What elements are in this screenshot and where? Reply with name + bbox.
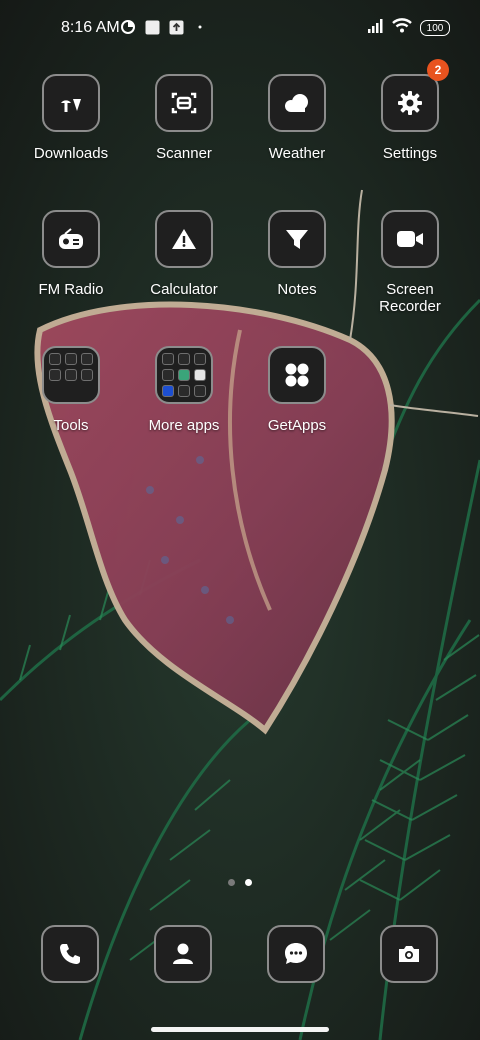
- folder-more-apps[interactable]: More apps: [128, 346, 240, 434]
- contact-icon[interactable]: [154, 925, 212, 983]
- radio-icon[interactable]: [42, 210, 100, 268]
- app-weather[interactable]: Weather: [241, 74, 353, 162]
- mini-app-icon: [178, 353, 190, 365]
- app-label: Screen Recorder: [379, 281, 441, 315]
- app-scanner[interactable]: Scanner: [128, 74, 240, 162]
- scanner-icon[interactable]: [155, 74, 213, 132]
- app-label: Notes: [277, 281, 317, 298]
- app-label: More apps: [148, 417, 220, 434]
- mini-app-icon: [194, 369, 206, 381]
- dock-contacts[interactable]: [154, 925, 212, 983]
- folder-tools[interactable]: Tools: [15, 346, 127, 434]
- folder-icon[interactable]: [155, 346, 213, 404]
- mini-app-icon: [49, 369, 61, 381]
- mini-app-icon: [178, 385, 190, 397]
- dot-icon: [192, 19, 208, 35]
- mini-app-icon: [65, 353, 77, 365]
- mini-app-icon: [81, 353, 93, 365]
- mini-app-icon: [162, 369, 174, 381]
- folder-icon[interactable]: [42, 346, 100, 404]
- camera-icon[interactable]: [380, 925, 438, 983]
- notes-icon[interactable]: [268, 210, 326, 268]
- page-dot-active[interactable]: [245, 879, 252, 886]
- mini-app-icon: [194, 353, 206, 365]
- gear-icon[interactable]: 2: [381, 59, 449, 132]
- app-getapps[interactable]: GetApps: [241, 346, 353, 434]
- chat-icon[interactable]: [267, 925, 325, 983]
- dock-phone[interactable]: [41, 925, 99, 983]
- weather-icon[interactable]: [268, 74, 326, 132]
- home-indicator[interactable]: [151, 1027, 329, 1032]
- app-settings[interactable]: 2 Settings: [354, 59, 466, 162]
- dock-messages[interactable]: [267, 925, 325, 983]
- app-label: FM Radio: [38, 281, 104, 298]
- app-label: Weather: [268, 145, 326, 162]
- getapps-icon[interactable]: [268, 346, 326, 404]
- downloads-icon[interactable]: [42, 74, 100, 132]
- signal-icon: [368, 18, 384, 38]
- app-calculator[interactable]: Calculator: [128, 210, 240, 298]
- mini-app-icon: [65, 369, 77, 381]
- app-screen-recorder[interactable]: Screen Recorder: [354, 210, 466, 315]
- app-label: Settings: [382, 145, 438, 162]
- app-label: Tools: [53, 417, 89, 434]
- page-indicator: [228, 879, 252, 886]
- mini-app-icon: [162, 353, 174, 365]
- wifi-icon: [392, 18, 412, 38]
- mini-app-icon: [81, 369, 93, 381]
- status-bar: 8:16 AM 100: [0, 0, 480, 56]
- app-label: Downloads: [33, 145, 109, 162]
- mini-app-icon: [194, 385, 206, 397]
- page-dot[interactable]: [228, 879, 235, 886]
- app-label: Calculator: [150, 281, 218, 298]
- mini-app-icon: [162, 385, 174, 397]
- dock-camera[interactable]: [380, 925, 438, 983]
- app-label: Scanner: [156, 145, 212, 162]
- notification-badge: 2: [427, 59, 449, 81]
- notification-square-icon: [144, 19, 160, 35]
- phone-icon[interactable]: [41, 925, 99, 983]
- status-time: 8:16 AM: [61, 19, 120, 36]
- app-notes[interactable]: Notes: [241, 210, 353, 298]
- mini-app-icon: [49, 353, 61, 365]
- battery-indicator: 100: [420, 20, 450, 36]
- app-fm-radio[interactable]: FM Radio: [15, 210, 127, 298]
- app-label: GetApps: [267, 417, 327, 434]
- calculator-icon[interactable]: [155, 210, 213, 268]
- app-downloads[interactable]: Downloads: [15, 74, 127, 162]
- mini-app-icon: [178, 369, 190, 381]
- upload-icon: [168, 19, 184, 35]
- video-icon[interactable]: [381, 210, 439, 268]
- data-saver-icon: [120, 19, 136, 35]
